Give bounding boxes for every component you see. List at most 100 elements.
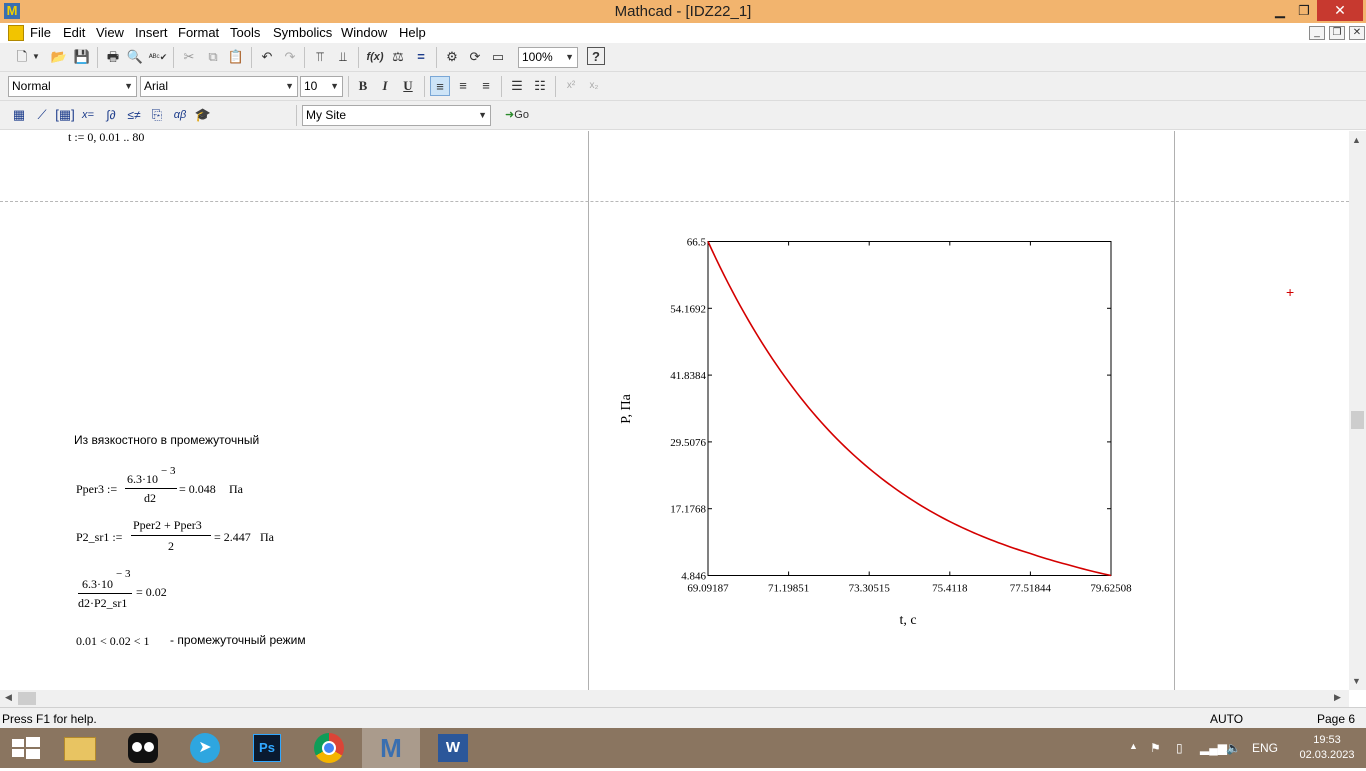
taskbar-telegram[interactable]: ➤	[178, 728, 232, 768]
matrix-toolbar-icon[interactable]: [▦]	[55, 105, 75, 125]
greek-toolbar-icon[interactable]: αβ	[170, 105, 190, 125]
scroll-right-icon[interactable]: ▶	[1334, 692, 1341, 703]
bullet-list-icon[interactable]: ☰	[507, 76, 527, 96]
p2sr1-result: = 2.447	[214, 530, 251, 544]
taskbar-file-explorer[interactable]	[53, 728, 107, 768]
align-left-icon[interactable]: ≡	[430, 76, 450, 96]
menu-window[interactable]: Window	[341, 25, 387, 40]
underline-button[interactable]: U	[398, 76, 418, 96]
symbolic-toolbar-icon[interactable]: 🎓	[193, 105, 213, 125]
evaluation-toolbar-icon[interactable]: x=	[78, 105, 98, 125]
taskbar-chrome[interactable]	[302, 728, 356, 768]
horizontal-scroll-thumb[interactable]	[18, 692, 36, 705]
taskbar-owl-app[interactable]	[116, 728, 170, 768]
save-icon[interactable]: 💾	[72, 47, 92, 67]
menu-tools[interactable]: Tools	[230, 25, 260, 40]
subscript-icon[interactable]: x₂	[584, 76, 604, 96]
taskbar-photoshop[interactable]: Ps	[240, 728, 294, 768]
calculus-toolbar-icon[interactable]: ∫∂	[101, 105, 121, 125]
scroll-left-icon[interactable]: ◀	[5, 692, 12, 703]
open-folder-icon[interactable]: 📂	[49, 47, 69, 67]
pper3-lhs: Pper3 :=	[76, 482, 118, 496]
italic-button[interactable]: I	[375, 76, 395, 96]
menu-file[interactable]: File	[30, 25, 51, 40]
numbered-list-icon[interactable]: ☷	[530, 76, 550, 96]
regime-conclusion[interactable]: - промежуточный режим	[170, 633, 306, 647]
align-across-icon[interactable]: ⫪	[310, 47, 330, 67]
doc-close-icon[interactable]: ✕	[1349, 26, 1365, 40]
taskbar-word[interactable]: W	[426, 728, 480, 768]
calculator-toolbar-icon[interactable]: ▦	[9, 105, 29, 125]
doc-restore-icon[interactable]: ❐	[1329, 26, 1345, 40]
menu-format[interactable]: Format	[178, 25, 219, 40]
range-definition[interactable]: t := 0, 0.01 .. 80	[68, 131, 144, 145]
battery-icon[interactable]: ▯	[1176, 741, 1183, 755]
clock-date: 02.03.2023	[1299, 749, 1355, 761]
menu-symbolics[interactable]: Symbolics	[273, 25, 332, 40]
input-language[interactable]: ENG	[1252, 741, 1278, 755]
show-hidden-icons-icon[interactable]: ▲	[1129, 741, 1138, 751]
horizontal-scrollbar[interactable]: ◀ ▶	[0, 690, 1349, 707]
graph-toolbar-icon[interactable]: ⟋	[32, 105, 52, 125]
align-down-icon[interactable]: ⫫	[333, 47, 353, 67]
volume-icon[interactable]: 🔈	[1226, 741, 1241, 755]
run-script-icon[interactable]: ⟳	[465, 47, 485, 67]
calc-mode[interactable]: AUTO	[1210, 712, 1243, 726]
resource-center-icon[interactable]: ▭	[488, 47, 508, 67]
bold-button[interactable]: B	[353, 76, 373, 96]
copy-icon[interactable]: ⧉	[203, 47, 223, 67]
programming-toolbar-icon[interactable]: ⎘	[147, 105, 167, 125]
doc-minimize-icon[interactable]: _	[1309, 26, 1325, 40]
worksheet[interactable]: t := 0, 0.01 .. 80 + Из вязкостного в пр…	[0, 131, 1349, 690]
start-button[interactable]	[0, 728, 50, 768]
cut-icon[interactable]: ✂	[179, 47, 199, 67]
go-button[interactable]: ➜Go	[500, 105, 534, 125]
spell-check-icon[interactable]: ᴬᴮᶜ✔	[148, 47, 168, 67]
document-icon[interactable]	[8, 25, 24, 41]
scroll-down-icon[interactable]: ▼	[1352, 676, 1361, 686]
pressure-time-plot[interactable]: 66.5 54.1692 41.8384 29.5076 17.1768 4.846 69…	[600, 231, 1160, 641]
vertical-scrollbar[interactable]: ▲ ▼	[1349, 131, 1366, 690]
action-center-icon[interactable]: ⚑	[1150, 741, 1161, 755]
help-icon[interactable]: ?	[587, 47, 605, 65]
menu-help[interactable]: Help	[399, 25, 426, 40]
print-icon[interactable]: 🖶	[103, 47, 123, 67]
inequality[interactable]: 0.01 < 0.02 < 1	[76, 634, 150, 649]
style-select[interactable]: Normal ▼	[8, 76, 137, 97]
insert-function-icon[interactable]: f(x)	[365, 47, 385, 67]
toolbar-separator	[251, 47, 252, 68]
pper3-expression[interactable]: Pper3 := 6.3·10 − 3 d2 = 0.048 Па	[76, 465, 256, 511]
ratio-expression[interactable]: 6.3·10 − 3 d2·P2_sr1 = 0.02	[76, 568, 196, 614]
clock[interactable]: 19:53 02.03.2023	[1293, 733, 1361, 763]
paste-icon[interactable]: 📋	[226, 47, 246, 67]
font-size-select[interactable]: 10 ▼	[300, 76, 343, 97]
insert-component-icon[interactable]: ⚙	[442, 47, 462, 67]
align-right-icon[interactable]: ≡	[476, 76, 496, 96]
boolean-toolbar-icon[interactable]: ≤≠	[124, 105, 144, 125]
superscript-icon[interactable]: x²	[561, 76, 581, 96]
calculate-icon[interactable]: =	[411, 47, 431, 67]
close-button[interactable]: ✕	[1317, 0, 1363, 21]
menu-edit[interactable]: Edit	[63, 25, 85, 40]
align-center-icon[interactable]: ≡	[453, 76, 473, 96]
resource-select[interactable]: My Site ▼	[302, 105, 491, 126]
print-preview-icon[interactable]: 🔍	[125, 47, 145, 67]
menu-insert[interactable]: Insert	[135, 25, 168, 40]
p2sr1-expression[interactable]: P2_sr1 := Pper2 + Pper3 2 = 2.447 Па	[76, 518, 286, 558]
font-select[interactable]: Arial ▼	[140, 76, 298, 97]
scroll-up-icon[interactable]: ▲	[1352, 135, 1361, 145]
menu-view[interactable]: View	[96, 25, 124, 40]
taskbar-mathcad[interactable]: M	[362, 728, 420, 768]
zoom-select[interactable]: 100% ▼	[518, 47, 578, 68]
redo-icon[interactable]: ↷	[280, 47, 300, 67]
insert-unit-icon[interactable]: ⚖	[388, 47, 408, 67]
undo-icon[interactable]: ↶	[257, 47, 277, 67]
clock-time: 19:53	[1313, 734, 1341, 746]
chrome-icon	[314, 733, 344, 763]
vertical-scroll-thumb[interactable]	[1351, 411, 1364, 429]
network-icon[interactable]: ▂▄▆	[1200, 741, 1227, 755]
section-heading[interactable]: Из вязкостного в промежуточный	[74, 433, 259, 447]
new-dropdown-icon[interactable]: ▼	[30, 47, 42, 67]
new-document-icon[interactable]: 🗋	[12, 47, 32, 67]
toolbar-separator	[173, 47, 174, 68]
